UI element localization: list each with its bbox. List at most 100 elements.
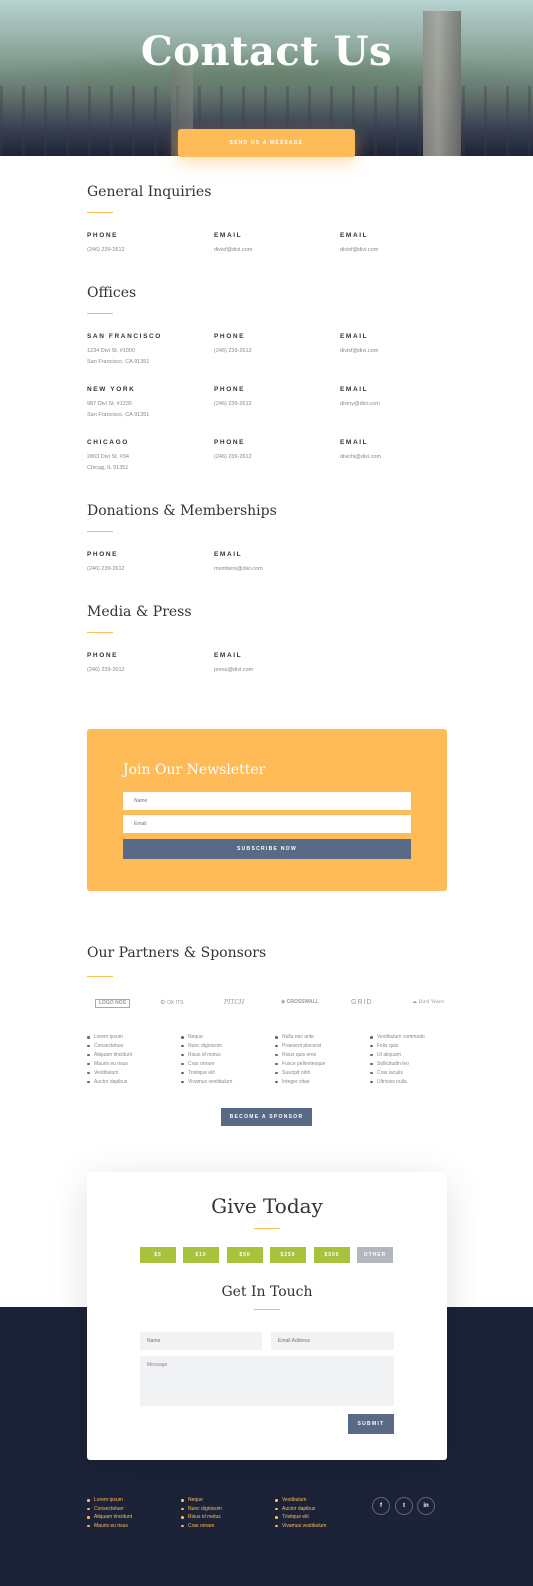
footer-link[interactable]: Lorem ipsum [87,1496,132,1505]
become-sponsor-button[interactable]: BECOME A SPONSOR [221,1108,312,1126]
list-item: Suscipit nibh [275,1069,325,1078]
footer-link[interactable]: Tristique elit [275,1513,326,1522]
footer-link[interactable]: Aliquam tincidunt [87,1513,132,1522]
newsletter-name-input[interactable] [123,792,411,810]
newsletter-title: Join Our Newsletter [123,762,266,778]
office-address-line: 1234 Divi St. #1000 [87,348,136,354]
footer-list: Neque Nunc dignissim Risus id metus Cras… [181,1496,222,1530]
bird-icon: ☁ [412,999,417,1005]
list-item: Integer vitae [275,1078,325,1087]
footer-link[interactable]: Cras ornare [181,1522,222,1531]
office-phone-value: (246) 239-2612 [214,454,252,460]
donate-amount-500-button[interactable]: $500 [314,1247,350,1263]
media-phone-label: PHONE [87,652,119,659]
footer-link[interactable]: Vestibulum [275,1496,326,1505]
general-email-value[interactable]: divisf@divi.com [340,245,378,255]
submit-button[interactable]: SUBMIT [348,1414,394,1434]
donate-amount-250-button[interactable]: $250 [270,1247,306,1263]
media-email-value[interactable]: press@divi.com [214,665,253,675]
list-item: Ut aliquam [370,1051,425,1060]
general-phone-label: PHONE [87,232,119,239]
linkedin-icon[interactable]: in [417,1497,435,1515]
heading-divider [87,313,113,314]
donate-amount-other-button[interactable]: OTHER [357,1247,393,1263]
footer-link[interactable]: Vivamus vestibulum [275,1522,326,1531]
heading-divider [87,212,113,213]
general-email-label: EMAIL [214,232,243,239]
list-item: Neque [181,1033,232,1042]
office-city: SAN FRANCISCO [87,333,162,340]
page-title: Contact Us [140,28,393,75]
partner-logo-text: OK ITS [167,1000,184,1006]
contact-message-textarea[interactable]: Message [140,1356,394,1406]
twitter-icon[interactable]: t [395,1497,413,1515]
footer-link[interactable]: Mauris eu risus [87,1522,132,1531]
partner-logo-text: Bird Ware [418,999,445,1005]
newsletter-email-input[interactable] [123,815,411,833]
partner-logo: ⚙ OK ITS [160,999,183,1006]
footer-link[interactable]: Nunc dignissim [181,1505,222,1514]
offices-heading: Offices [87,285,137,301]
partner-logo: PITCH [224,999,245,1006]
heading-divider [87,976,113,977]
partner-list: Nulla nec ante Praesent placerat Risus q… [275,1033,325,1086]
subscribe-button[interactable]: SUBSCRIBE NOW [123,839,411,859]
office-email-label: EMAIL [340,386,369,393]
heading-divider [254,1228,280,1229]
office-email-value[interactable]: divichi@divi.com [340,452,381,462]
list-item: Vestibulum commodo [370,1033,425,1042]
list-item: Mauris eu risus [87,1060,132,1069]
partner-logo: LOGO NOS [95,999,130,1008]
office-email-value[interactable]: divisf@divi.com [340,346,378,356]
heading-divider [87,632,113,633]
office-address-line: San Francisco, CA 91351 [87,359,150,365]
donate-amount-50-button[interactable]: $50 [227,1247,263,1263]
list-item: Fusce pellentesque [275,1060,325,1069]
footer-list: Vestibulum Auctor dapibus Tristique elit… [275,1496,326,1530]
media-phone-value: (246) 239-2612 [87,667,125,673]
list-item: Nunc dignissim [181,1042,232,1051]
list-item: Aliquam tincidunt [87,1051,132,1060]
list-item: Tristique elit [181,1069,232,1078]
list-item: Cras ornare [181,1060,232,1069]
office-email-label: EMAIL [340,439,369,446]
list-item: Cras iaculis [370,1069,425,1078]
footer-link[interactable]: Auctor dapibus [275,1505,326,1514]
office-phone-label: PHONE [214,386,246,393]
give-today-title: Give Today [211,1194,323,1218]
list-item: Sollicitudin leo [370,1060,425,1069]
footer-list: Lorem ipsum Consectetuer Aliquam tincidu… [87,1496,132,1530]
list-item: Risus quis eros [275,1051,325,1060]
donate-amount-10-button[interactable]: $10 [183,1247,219,1263]
contact-name-input[interactable] [140,1332,262,1350]
list-item: Consectetuer [87,1042,132,1051]
office-email-value[interactable]: diviny@divi.com [340,399,380,409]
list-item: Auctor dapibus [87,1078,132,1087]
footer-link[interactable]: Neque [181,1496,222,1505]
footer-link[interactable]: Consectetuer [87,1505,132,1514]
general-email-value[interactable]: divisf@divi.com [214,245,252,255]
office-city: CHICAGO [87,439,129,446]
partner-list: Lorem ipsum Consectetuer Aliquam tincidu… [87,1033,132,1086]
general-email-label: EMAIL [340,232,369,239]
send-message-button[interactable]: SEND US A MESSAGE [178,129,355,157]
partner-list: Vestibulum commodo Felis quis Ut aliquam… [370,1033,425,1086]
list-item: Felis quis [370,1042,425,1051]
partners-heading: Our Partners & Sponsors [87,945,267,961]
office-address-line: San Francisco, CA 91351 [87,412,150,418]
office-phone-label: PHONE [214,439,246,446]
partner-logo: ◉ CROSSWALL [281,999,319,1005]
footer-link[interactable]: Risus id metus [181,1513,222,1522]
contact-email-input[interactable] [271,1332,394,1350]
facebook-icon[interactable]: f [372,1497,390,1515]
donate-amount-5-button[interactable]: $5 [140,1247,176,1263]
donate-card: Give Today $5 $10 $50 $250 $500 OTHER Ge… [87,1172,447,1460]
donations-heading: Donations & Memberships [87,503,277,519]
office-phone-value: (246) 239-2612 [214,401,252,407]
donations-email-label: EMAIL [214,551,243,558]
get-in-touch-title: Get In Touch [221,1284,313,1300]
partner-logo: ☁ Bird Ware [412,999,444,1005]
donations-email-value[interactable]: members@divi.com [214,564,263,574]
partner-list: Neque Nunc dignissim Risus id metus Cras… [181,1033,232,1086]
office-phone-value: (246) 239-2612 [214,348,252,354]
